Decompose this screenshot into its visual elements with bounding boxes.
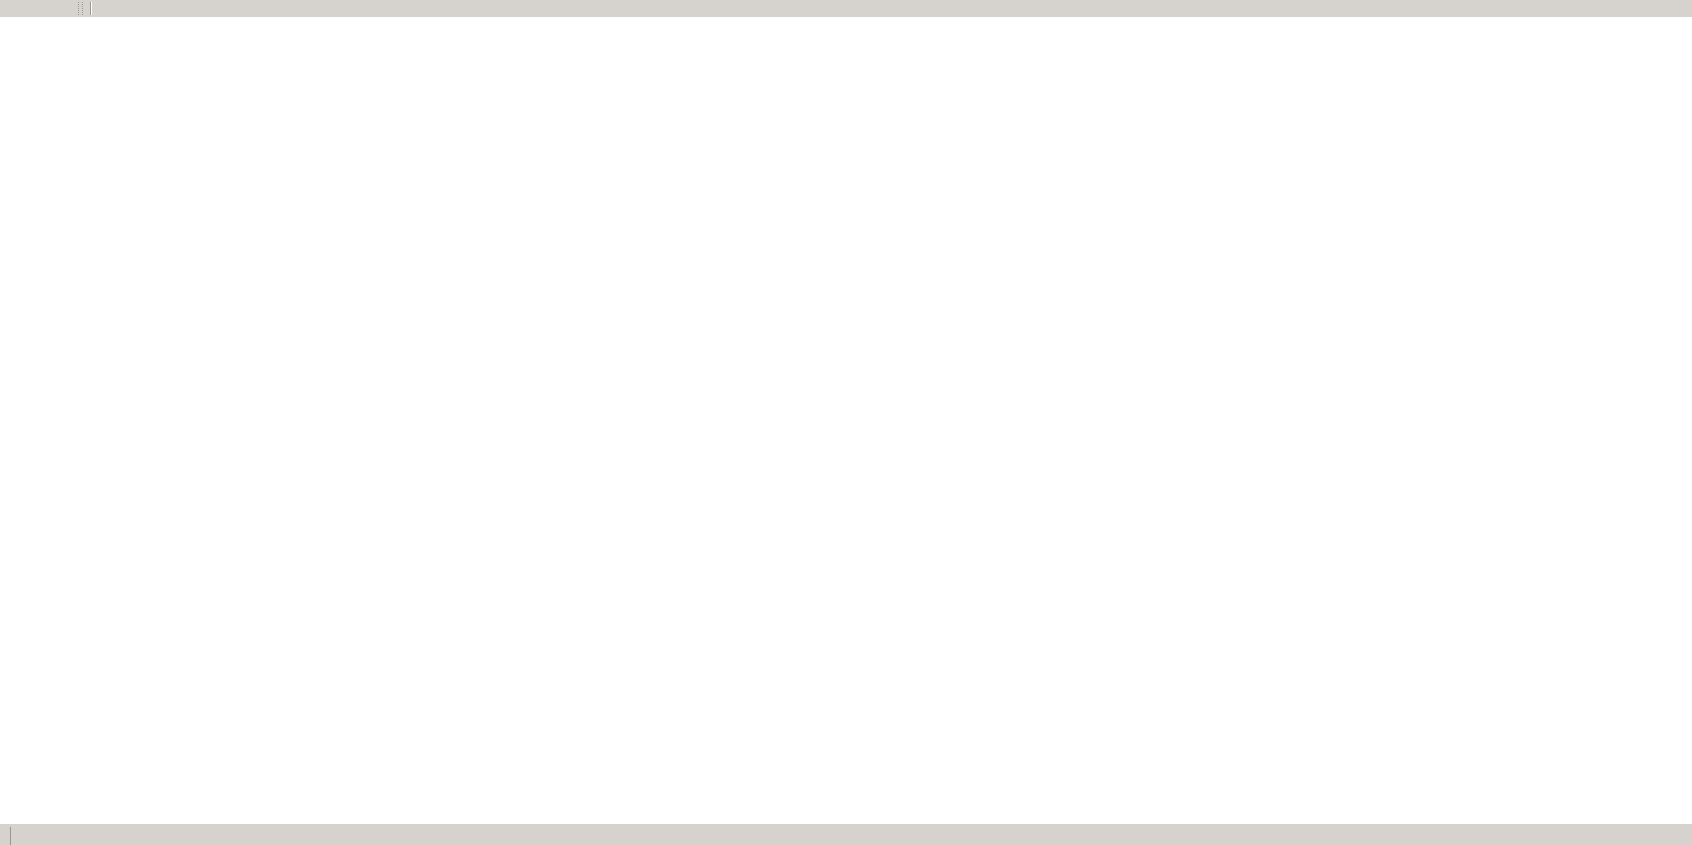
chart-tab-bar	[0, 823, 1692, 845]
text-tool-button[interactable]	[12, 0, 42, 17]
chart-area	[0, 17, 1692, 823]
main-chart-canvas[interactable]	[0, 17, 1692, 823]
toolbar	[0, 0, 1692, 18]
toolbar-grip[interactable]	[78, 2, 83, 15]
mt4-terminal-window	[0, 0, 1692, 845]
crosshair-tool-button[interactable]	[44, 0, 74, 17]
toolbar-separator	[90, 2, 92, 15]
tab-bar-lead	[0, 827, 11, 845]
